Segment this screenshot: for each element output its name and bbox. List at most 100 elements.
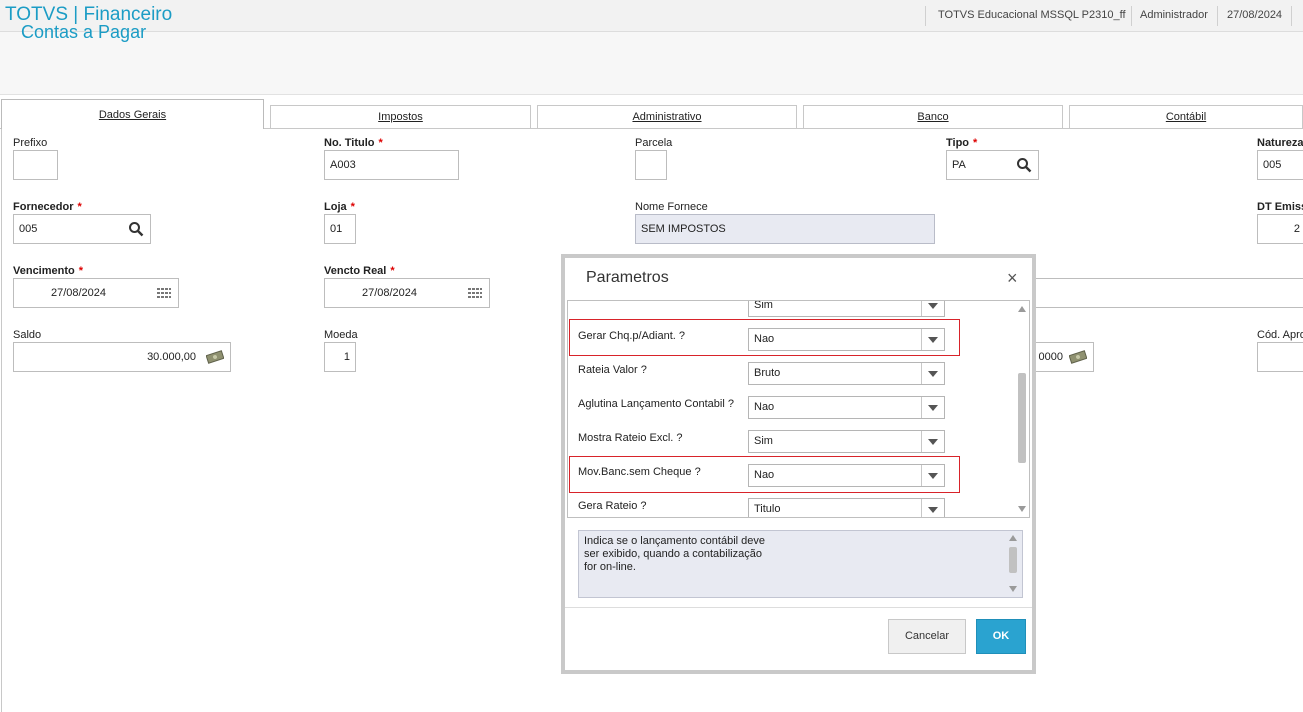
required-marker: * [350, 201, 355, 213]
calendar-icon[interactable] [467, 285, 483, 301]
help-line: for on-line. [584, 561, 636, 573]
tab-impostos[interactable]: Impostos [270, 105, 531, 128]
parameter-label: Aglutina Lançamento Contabil ? [578, 398, 734, 410]
tab-contabil[interactable]: Contábil [1069, 105, 1303, 128]
taxa-value: 0000 [1038, 351, 1063, 363]
loja-label: Loja * [324, 201, 355, 213]
top-separator [1131, 6, 1132, 26]
label-text: Tipo [946, 137, 970, 149]
parameter-label: Mov.Banc.sem Cheque ? [578, 466, 701, 478]
chevron-down-icon[interactable] [921, 465, 944, 486]
search-icon[interactable] [1016, 157, 1032, 173]
loja-field[interactable]: 01 [324, 214, 356, 244]
page-title: Contas a Pagar [21, 22, 147, 42]
prefixo-field[interactable] [13, 150, 58, 180]
hidden-field-partial[interactable] [1000, 278, 1303, 308]
required-marker: * [390, 265, 395, 277]
moeda-field[interactable]: 1 [324, 342, 356, 372]
select-value: Nao [754, 401, 775, 413]
required-marker: * [77, 201, 82, 213]
label-text: Fornecedor [13, 201, 74, 213]
user-label[interactable]: Administrador [1140, 9, 1208, 21]
chevron-down-icon[interactable] [921, 329, 944, 350]
fornecedor-field[interactable]: 005 [13, 214, 151, 244]
nome-fornece-label: Nome Fornece [635, 201, 708, 213]
label-text: No. Titulo [324, 137, 375, 149]
top-separator [1217, 6, 1218, 26]
label-text: Vencimento [13, 265, 75, 277]
saldo-label: Saldo [13, 329, 42, 341]
vencimento-field[interactable]: 27/08/2024 [13, 278, 179, 308]
parameter-select[interactable]: Nao [748, 464, 945, 487]
top-separator [1291, 6, 1292, 26]
tab-banco[interactable]: Banco [803, 105, 1063, 128]
tipo-field[interactable]: PA [946, 150, 1039, 180]
chevron-down-icon[interactable] [921, 397, 944, 418]
tab-label: Dados Gerais [98, 109, 167, 121]
dt-emissao-label: DT Emiss [1257, 201, 1303, 213]
cancel-button[interactable]: Cancelar [888, 619, 966, 654]
parameter-select[interactable]: Sim [748, 430, 945, 453]
saldo-field[interactable]: 30.000,00 [13, 342, 231, 372]
parameter-select[interactable]: Nao [748, 328, 945, 351]
parameter-row: Rateia Valor ? Bruto [568, 359, 1016, 393]
fornecedor-value: 005 [19, 223, 38, 235]
parameter-select[interactable]: Bruto [748, 362, 945, 385]
chevron-down-icon[interactable] [921, 499, 944, 517]
scroll-up-icon[interactable] [1009, 535, 1017, 541]
parcela-field[interactable] [635, 150, 667, 180]
environment-label: TOTVS Educacional MSSQL P2310_ff [938, 9, 1126, 21]
tab-dados-gerais[interactable]: Dados Gerais [1, 99, 264, 129]
parameter-label: Mostra Rateio Excl. ? [578, 432, 683, 444]
vencto-real-field[interactable]: 27/08/2024 [324, 278, 490, 308]
scroll-thumb[interactable] [1009, 547, 1017, 573]
cod-apro-field[interactable] [1257, 342, 1303, 372]
top-separator [925, 6, 926, 26]
search-icon[interactable] [128, 221, 144, 237]
parameter-label: Gera Rateio ? [578, 500, 647, 512]
parcela-label: Parcela [635, 137, 673, 149]
tab-label: Administrativo [632, 111, 702, 123]
select-value: Sim [754, 300, 773, 311]
natureza-label: Natureza [1257, 137, 1303, 149]
scroll-down-icon[interactable] [1018, 506, 1026, 512]
parameter-row: Mostra Rateio Excl. ? Sim [568, 427, 1016, 461]
help-scrollbar[interactable] [1007, 533, 1019, 595]
parameter-scrollbar[interactable] [1016, 301, 1028, 517]
vencimento-label: Vencimento * [13, 265, 83, 277]
parameter-row: Gerar Chq.p/Adiant. ? Nao [568, 325, 1016, 359]
parameter-select[interactable]: Sim [748, 300, 945, 317]
calendar-icon[interactable] [156, 285, 172, 301]
vencto-real-label: Vencto Real * [324, 265, 395, 277]
tipo-value: PA [952, 159, 966, 171]
required-marker: * [973, 137, 978, 149]
natureza-field[interactable]: 005 [1257, 150, 1303, 180]
select-value: Titulo [754, 503, 781, 515]
ok-button[interactable]: OK [976, 619, 1026, 654]
tab-label: Impostos [378, 111, 423, 123]
help-text-box: Indica se o lançamento contábil deve ser… [578, 530, 1023, 598]
scroll-thumb[interactable] [1018, 373, 1026, 463]
scroll-up-icon[interactable] [1018, 306, 1026, 312]
parameter-select[interactable]: Titulo [748, 498, 945, 517]
tab-label: Contábil [1165, 111, 1207, 123]
parameter-select[interactable]: Nao [748, 396, 945, 419]
scroll-down-icon[interactable] [1009, 586, 1017, 592]
select-value: Bruto [754, 367, 781, 379]
close-icon[interactable]: × [1007, 268, 1018, 289]
moeda-label: Moeda [324, 329, 358, 341]
help-line: Indica se o lançamento contábil deve [584, 535, 766, 547]
no-titulo-field[interactable]: A003 [324, 150, 459, 180]
money-icon[interactable] [206, 350, 224, 364]
date-label: 27/08/2024 [1227, 9, 1283, 21]
dialog-title: Parametros [586, 269, 669, 286]
parameter-row: Mov.Banc.sem Cheque ? Nao [568, 461, 1016, 495]
chevron-down-icon[interactable] [921, 363, 944, 384]
parameter-label: Gerar Chq.p/Adiant. ? [578, 330, 686, 342]
chevron-down-icon[interactable] [921, 431, 944, 452]
chevron-down-icon[interactable] [921, 301, 944, 316]
tab-administrativo[interactable]: Administrativo [537, 105, 797, 128]
money-icon[interactable] [1069, 350, 1087, 364]
dt-emissao-field[interactable]: 2 [1257, 214, 1303, 244]
dialog-divider [565, 607, 1032, 608]
